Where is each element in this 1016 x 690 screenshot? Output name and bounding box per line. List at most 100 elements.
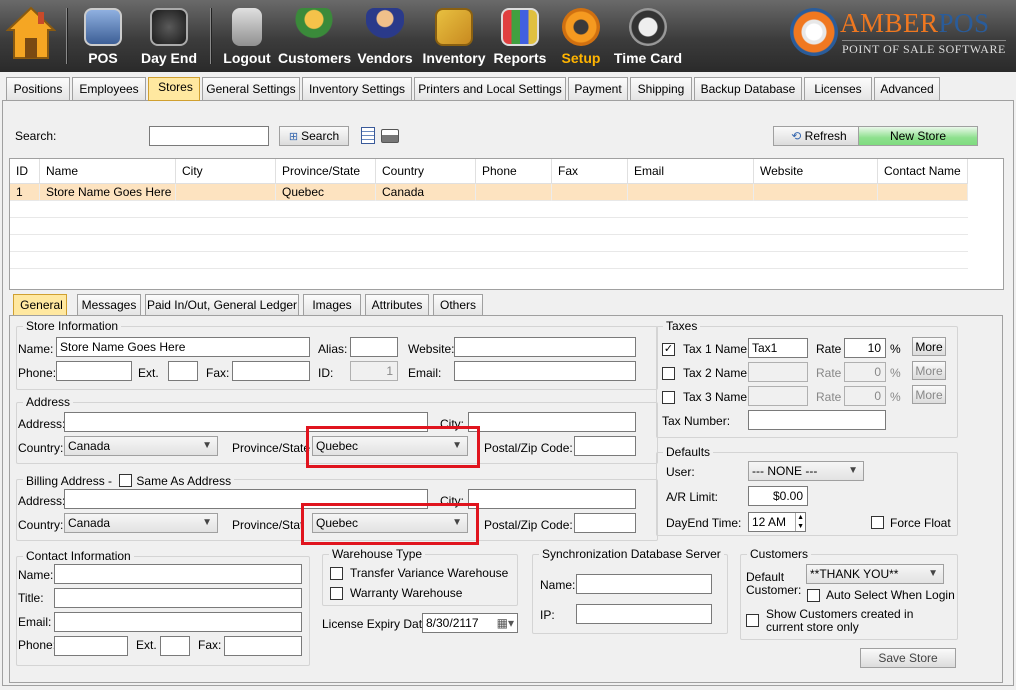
column-header-country[interactable]: Country — [376, 159, 476, 184]
search-button[interactable]: ⊞ Search — [279, 126, 349, 146]
province-select[interactable]: Quebec ▼ — [312, 436, 468, 456]
column-header-name[interactable]: Name — [40, 159, 176, 184]
city-field[interactable] — [468, 412, 636, 432]
tax2-checkbox[interactable] — [662, 367, 675, 380]
contact-phone-field[interactable] — [54, 636, 128, 656]
tab-attributes[interactable]: Attributes — [365, 294, 429, 315]
printer-icon[interactable] — [381, 129, 399, 143]
sync-name-field[interactable] — [576, 574, 712, 594]
save-store-button[interactable]: Save Store — [860, 648, 956, 668]
tax-number-field[interactable] — [748, 410, 886, 430]
default-user-select[interactable]: --- NONE --- ▼ — [748, 461, 864, 481]
toolbar-logout-button[interactable]: Logout — [222, 2, 272, 70]
store-email-field[interactable] — [454, 361, 636, 381]
column-header-contact-name[interactable]: Contact Name — [878, 159, 968, 184]
store-ext-field[interactable] — [168, 361, 198, 381]
same-as-address-checkbox[interactable] — [119, 474, 133, 487]
tax3-checkbox[interactable] — [662, 391, 675, 404]
column-header-id[interactable]: ID — [10, 159, 40, 184]
new-store-button[interactable]: New Store — [858, 126, 978, 146]
dayend-time-spinner[interactable]: 12 AM ▲ ▼ — [748, 512, 806, 532]
billing-province-select[interactable]: Quebec ▼ — [312, 513, 468, 533]
calendar-icon[interactable]: ▦▾ — [497, 614, 514, 632]
ar-limit-field[interactable]: $0.00 — [748, 486, 808, 506]
website-field[interactable] — [454, 337, 636, 357]
toolbar-pos-button[interactable]: POS — [78, 2, 128, 70]
refresh-button[interactable]: ⟲ Refresh — [773, 126, 865, 146]
tab-general[interactable]: General — [13, 294, 67, 315]
billing-country-select[interactable]: Canada ▼ — [64, 513, 218, 533]
customers-group-icon — [295, 8, 333, 46]
force-float-label: Force Float — [890, 516, 951, 530]
tab-others[interactable]: Others — [433, 294, 483, 315]
transfer-variance-checkbox[interactable] — [330, 567, 343, 580]
tab-inventory-settings[interactable]: Inventory Settings — [302, 77, 412, 100]
billing-city-field[interactable] — [468, 489, 636, 509]
contact-ext-field[interactable] — [160, 636, 190, 656]
tab-employees[interactable]: Employees — [72, 77, 146, 100]
document-icon[interactable] — [361, 127, 375, 144]
warranty-warehouse-checkbox[interactable] — [330, 587, 343, 600]
column-header-phone[interactable]: Phone — [476, 159, 552, 184]
tax3-more-button[interactable]: More — [912, 385, 946, 404]
toolbar-time-card-button[interactable]: Time Card — [612, 2, 684, 70]
tax2-more-button[interactable]: More — [912, 361, 946, 380]
address-field[interactable] — [64, 412, 428, 432]
tab-shipping[interactable]: Shipping — [630, 77, 692, 100]
tab-advanced[interactable]: Advanced — [874, 77, 940, 100]
tab-general-settings[interactable]: General Settings — [202, 77, 300, 100]
tax1-more-button[interactable]: More — [912, 337, 946, 356]
contact-name-field[interactable] — [54, 564, 302, 584]
tax1-name-field[interactable]: Tax1 — [748, 338, 808, 358]
toolbar-setup-button[interactable]: Setup — [556, 2, 606, 70]
toolbar-vendors-button[interactable]: Vendors — [356, 2, 414, 70]
column-header-website[interactable]: Website — [754, 159, 878, 184]
tab-printers-local-settings[interactable]: Printers and Local Settings — [414, 77, 566, 100]
search-label: Search: — [15, 129, 57, 143]
tab-paid-in-out-ledger[interactable]: Paid In/Out, General Ledger — [145, 294, 299, 315]
toolbar-reports-button[interactable]: Reports — [492, 2, 548, 70]
contact-email-field[interactable] — [54, 612, 302, 632]
default-customer-select[interactable]: **THANK YOU** ▼ — [806, 564, 944, 584]
customers-title: Customers — [747, 547, 812, 561]
column-header-province[interactable]: Province/State — [276, 159, 376, 184]
column-header-fax[interactable]: Fax — [552, 159, 628, 184]
postal-field[interactable] — [574, 436, 636, 456]
license-expiry-label: License Expiry Date: — [322, 617, 433, 631]
table-row[interactable]: 1 Store Name Goes Here Quebec Canada — [10, 184, 968, 201]
tax1-checkbox[interactable]: ✓ — [662, 343, 675, 356]
billing-address-field[interactable] — [64, 489, 428, 509]
force-float-checkbox[interactable] — [871, 516, 884, 529]
toolbar-customers-button[interactable]: Customers — [278, 2, 351, 70]
contact-title-field[interactable] — [54, 588, 302, 608]
toolbar-day-end-button[interactable]: Day End — [138, 2, 200, 70]
alias-field[interactable] — [350, 337, 398, 357]
tab-backup-database[interactable]: Backup Database — [694, 77, 802, 100]
show-store-customers-checkbox[interactable] — [746, 614, 759, 627]
store-fax-field[interactable] — [232, 361, 310, 381]
column-header-city[interactable]: City — [176, 159, 276, 184]
store-phone-field[interactable] — [56, 361, 132, 381]
billing-postal-field[interactable] — [574, 513, 636, 533]
contact-fax-field[interactable] — [224, 636, 302, 656]
sync-ip-field[interactable] — [576, 604, 712, 624]
tab-stores[interactable]: Stores — [148, 77, 200, 101]
contact-information-title: Contact Information — [23, 549, 134, 563]
spinner-arrows-icon[interactable]: ▲ ▼ — [795, 513, 804, 531]
tax1-rate-field[interactable]: 10 — [844, 338, 886, 358]
license-expiry-date-picker[interactable]: 8/30/2117 ▦▾ — [422, 613, 518, 633]
tab-messages[interactable]: Messages — [77, 294, 141, 315]
home-icon[interactable] — [5, 4, 57, 62]
store-name-field[interactable]: Store Name Goes Here — [56, 337, 310, 357]
show-store-customers-label-line2: current store only — [766, 620, 859, 634]
tab-licenses[interactable]: Licenses — [804, 77, 872, 100]
tab-images[interactable]: Images — [303, 294, 361, 315]
gear-icon — [562, 8, 600, 46]
search-input[interactable] — [149, 126, 269, 146]
tab-positions[interactable]: Positions — [6, 77, 70, 100]
country-select[interactable]: Canada ▼ — [64, 436, 218, 456]
column-header-email[interactable]: Email — [628, 159, 754, 184]
auto-select-checkbox[interactable] — [807, 589, 820, 602]
tab-payment[interactable]: Payment — [568, 77, 628, 100]
toolbar-inventory-button[interactable]: Inventory — [420, 2, 488, 70]
